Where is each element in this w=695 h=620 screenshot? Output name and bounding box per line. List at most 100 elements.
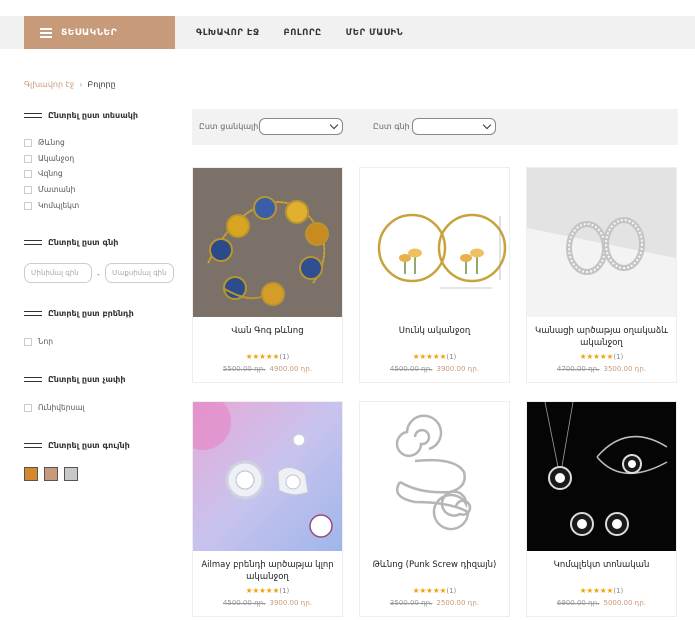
product-rating: ★★★★★(1) [527,352,676,361]
filter-brand-title: Ընտրել ըստ բրենդի [24,309,134,318]
product-price: 5500.00 դր․ 4900.00 դր․ [193,365,342,373]
product-rating: ★★★★★(1) [193,586,342,595]
old-price: 6900.00 դր․ [556,599,600,607]
breadcrumb-current: Բոլորը [87,80,116,89]
breadcrumb-home-link[interactable]: Գլխավոր էջ [24,80,74,89]
current-price: 3500.00 դր․ [603,365,647,373]
product-name[interactable]: Կոմպլեկտ տոնական [531,559,672,571]
old-price: 3500.00 դր․ [389,599,433,607]
title-line-icon [24,113,42,118]
price-min-input[interactable]: Մինիմալ գին [24,263,92,283]
rating-stars-icon: ★★★★★ [579,352,614,361]
product-name[interactable]: Թևնոց (Punk Screw դիզայն) [364,559,505,571]
product-name[interactable]: Կանացի արծաթյա օղակաձև ականջօղ [531,325,672,349]
top-navigation-bar: ՏԵՍԱԿՆԵՐ ԳԼԽԱՎՈՐ ԷՋ ԲՈԼՈՐԸ ՄԵՐ ՄԱՍԻՆ [0,16,695,49]
nav-link-about[interactable]: ՄԵՐ ՄԱՍԻՆ [346,28,403,38]
rating-count: (1) [613,353,624,361]
rating-count: (1) [446,587,457,595]
checkbox[interactable] [24,185,32,194]
current-price: 3900.00 դր․ [436,365,480,373]
rating-stars-icon: ★★★★★ [245,352,280,361]
chevron-down-icon [482,120,492,130]
categories-menu-button[interactable]: ՏԵՍԱԿՆԵՐ [24,16,175,49]
product-rating: ★★★★★(1) [360,352,509,361]
checkbox[interactable] [24,201,32,210]
current-price: 4900.00 դր․ [269,365,313,373]
current-price: 3900.00 դր․ [269,599,313,607]
product-rating: ★★★★★(1) [193,352,342,361]
title-line-icon [24,240,42,245]
checkbox[interactable] [24,169,32,178]
filter-color-title: Ընտրել ըստ գույնի [24,441,130,450]
product-card[interactable]: Կոմպլեկտ տոնական ★★★★★(1) 6900.00 դր․ 500… [526,401,677,617]
main-nav: ԳԼԽԱՎՈՐ ԷՋ ԲՈԼՈՐԸ ՄԵՐ ՄԱՍԻՆ [196,16,403,49]
product-image-silver-hoop-earrings[interactable] [527,168,676,317]
nav-link-all[interactable]: ԲՈԼՈՐԸ [284,28,322,38]
product-image-holiday-set[interactable] [527,402,676,551]
product-rating: ★★★★★(1) [360,586,509,595]
color-swatch[interactable] [64,467,78,481]
categories-menu-label: ՏԵՍԱԿՆԵՐ [61,27,118,38]
chevron-down-icon [329,120,339,130]
rating-count: (1) [613,587,624,595]
product-image-van-gogh-bracelet[interactable] [193,168,342,317]
product-card[interactable]: Կանացի արծաթյա օղակաձև ականջօղ ★★★★★(1) … [526,167,677,383]
price-max-input[interactable]: Մաքսիմալ գին [105,263,174,283]
filter-size-title: Ընտրել ըստ չափի [24,375,126,384]
breadcrumb: Գլխավոր էջ › Բոլորը [24,80,116,89]
color-swatch[interactable] [44,467,58,481]
breadcrumb-separator: › [79,80,83,89]
checkbox[interactable] [24,337,32,346]
old-price: 4500.00 դր․ [389,365,433,373]
product-name[interactable]: Սունկ ականջօղ [364,325,505,337]
checkbox[interactable] [24,138,32,147]
filter-type-option[interactable]: Թևնոց [24,138,65,147]
product-price: 4500.00 դր․ 3900.00 դր․ [360,365,509,373]
product-price: 6900.00 դր․ 5000.00 դր․ [527,599,676,607]
product-price: 4700.00 դր․ 3500.00 դր․ [527,365,676,373]
old-price: 4500.00 դր․ [222,599,266,607]
product-name[interactable]: Վան Գոգ թևնոց [197,325,338,337]
price-sort-select[interactable] [412,118,496,135]
sort-price-label: Ըստ գնի [373,122,410,131]
sort-select[interactable] [259,118,343,135]
filter-type-option[interactable]: Վզնոց [24,169,63,178]
product-price: 4500.00 դր․ 3900.00 դր․ [193,599,342,607]
rating-stars-icon: ★★★★★ [579,586,614,595]
color-swatch[interactable] [24,467,38,481]
product-image-mushroom-earrings[interactable] [360,168,509,317]
title-line-icon [24,443,42,448]
title-line-icon [24,311,42,316]
filter-brand-option[interactable]: Նոր [24,337,53,346]
product-card[interactable]: Թևնոց (Punk Screw դիզայն) ★★★★★(1) 3500.… [359,401,510,617]
filter-size-option[interactable]: Ունիվերսալ [24,403,85,412]
product-card[interactable]: Սունկ ականջօղ ★★★★★(1) 4500.00 դր․ 3900.0… [359,167,510,383]
rating-count: (1) [279,353,290,361]
rating-stars-icon: ★★★★★ [245,586,280,595]
checkbox[interactable] [24,154,32,163]
current-price: 2500.00 դր․ [436,599,480,607]
old-price: 4700.00 դր․ [556,365,600,373]
nav-link-home[interactable]: ԳԼԽԱՎՈՐ ԷՋ [196,28,260,38]
product-card[interactable]: Վան Գոգ թևնոց ★★★★★(1) 5500.00 դր․ 4900.0… [192,167,343,383]
filter-type-title: Ընտրել ըստ տեսակի [24,111,138,120]
rating-count: (1) [279,587,290,595]
rating-stars-icon: ★★★★★ [412,352,447,361]
product-image-ailmay-earrings[interactable] [193,402,342,551]
filter-type-option[interactable]: Մատանի [24,185,75,194]
product-name[interactable]: Ailmay բրենդի արծաթյա կլոր ականջօղ [197,559,338,583]
filter-type-option[interactable]: Ականջօղ [24,154,74,163]
current-price: 5000.00 դր․ [603,599,647,607]
filter-type-option[interactable]: Կոմպլեկտ [24,201,79,210]
sort-label: Ըստ ցանկալի [199,122,259,131]
rating-stars-icon: ★★★★★ [412,586,447,595]
product-card[interactable]: Ailmay բրենդի արծաթյա կլոր ականջօղ ★★★★★… [192,401,343,617]
title-line-icon [24,377,42,382]
sort-bar: Ըստ ցանկալի Ըստ գնի [192,109,678,145]
product-image-punk-screw-bracelet[interactable] [360,402,509,551]
filter-price-title: Ընտրել ըստ գնի [24,238,118,247]
hamburger-menu-icon [40,28,52,38]
product-price: 3500.00 դր․ 2500.00 դր․ [360,599,509,607]
checkbox[interactable] [24,403,32,412]
product-rating: ★★★★★(1) [527,586,676,595]
